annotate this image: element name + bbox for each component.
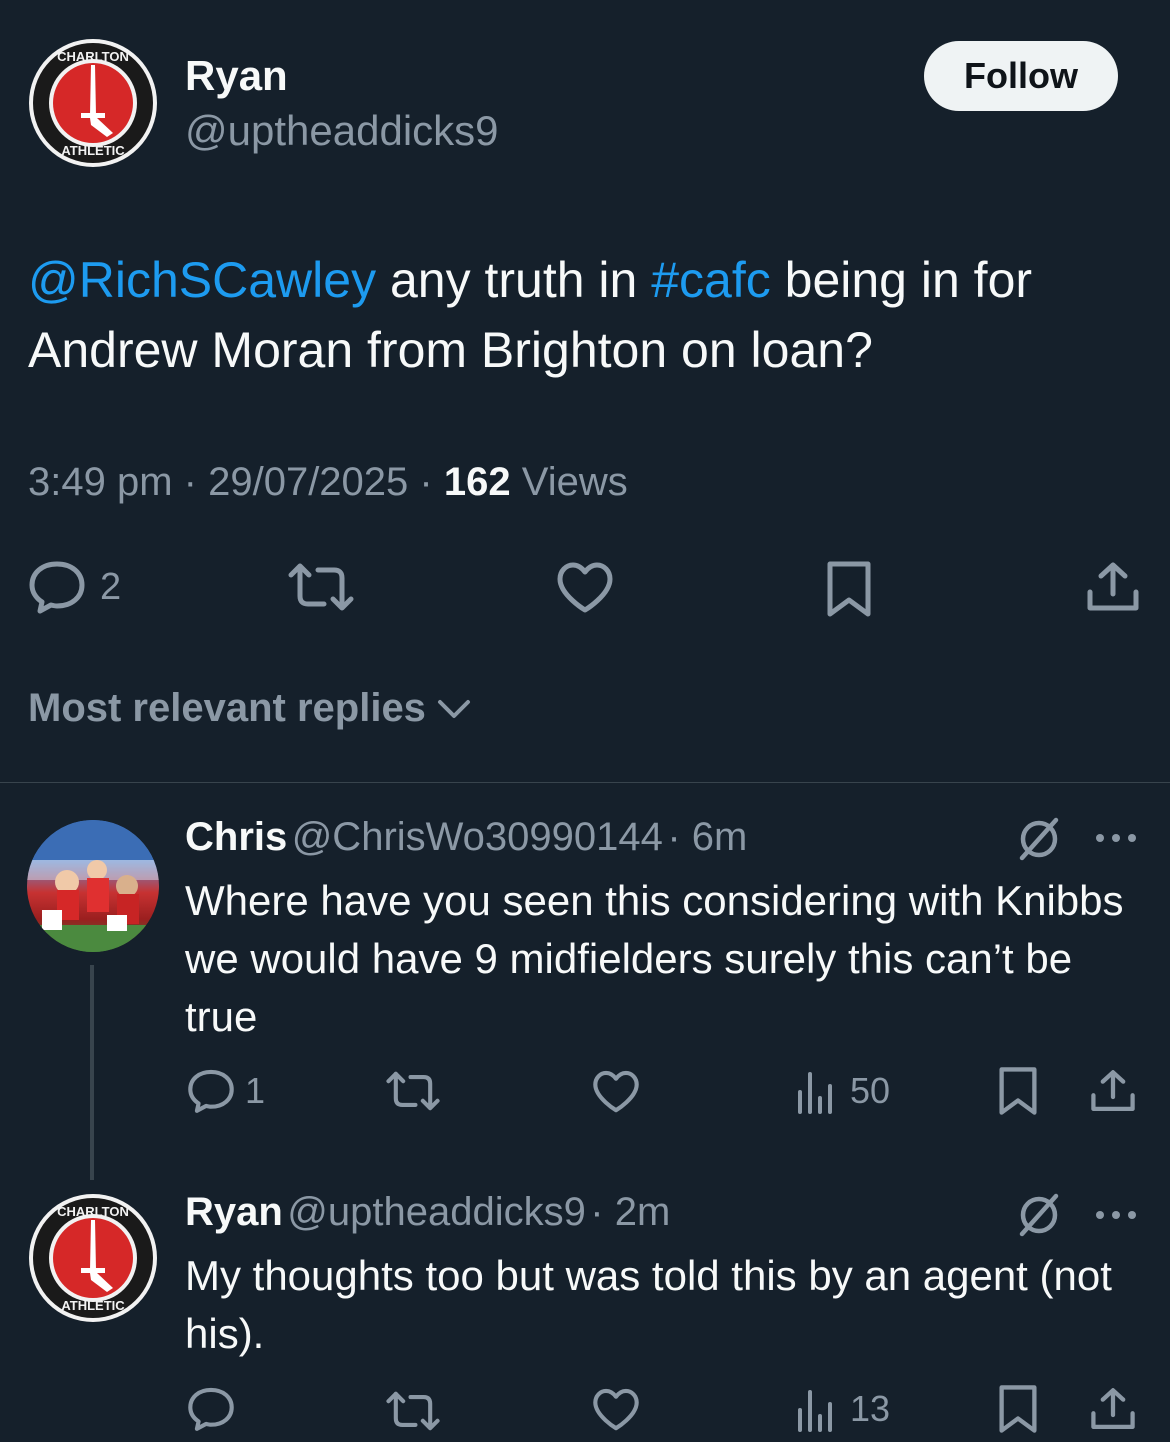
- reply-time[interactable]: 2m: [615, 1190, 671, 1234]
- team-celebration-photo: [27, 820, 159, 952]
- retweet-button[interactable]: [288, 562, 354, 612]
- author-name[interactable]: Ryan: [185, 52, 288, 100]
- tweet-text: @RichSCawley any truth in #cafc being in…: [28, 245, 1138, 385]
- bookmark-button[interactable]: [826, 560, 872, 618]
- reply-author-name[interactable]: Chris: [185, 815, 287, 859]
- divider: [0, 782, 1170, 783]
- retweet-icon: [386, 1391, 440, 1431]
- reply-header: Chris @ChrisWo30990144 · 6m: [185, 815, 748, 859]
- retweet-icon: [386, 1071, 440, 1111]
- retweet-icon: [288, 563, 354, 611]
- retweet-button[interactable]: [386, 1070, 440, 1112]
- views-button[interactable]: 50: [796, 1068, 890, 1114]
- tweet-meta: 3:49 pm · 29/07/2025 · 162 Views: [28, 460, 628, 504]
- svg-text:ATHLETIC: ATHLETIC: [61, 143, 125, 158]
- svg-text:ATHLETIC: ATHLETIC: [61, 1298, 125, 1313]
- bookmark-icon: [999, 1067, 1037, 1115]
- reply-button[interactable]: 2: [28, 560, 121, 614]
- share-button[interactable]: [1086, 560, 1140, 614]
- heart-icon: [593, 1070, 639, 1113]
- author-handle[interactable]: @uptheaddicks9: [185, 107, 499, 155]
- tweet-time[interactable]: 3:49 pm: [28, 460, 173, 504]
- grok-icon[interactable]: [1016, 1192, 1062, 1238]
- views-label: Views: [521, 460, 628, 504]
- reply-button[interactable]: 1: [187, 1068, 265, 1114]
- reply-time[interactable]: 6m: [692, 815, 748, 859]
- reply-author-handle[interactable]: @ChrisWo30990144: [292, 815, 663, 859]
- chevron-down-icon: [437, 699, 470, 718]
- reply-icon: [29, 561, 85, 614]
- share-icon: [1087, 562, 1139, 611]
- share-icon: [1091, 1070, 1135, 1112]
- more-options-icon[interactable]: [1094, 1207, 1138, 1223]
- analytics-icon: [798, 1072, 832, 1114]
- bookmark-button[interactable]: [998, 1066, 1038, 1116]
- views-button[interactable]: 13: [796, 1386, 890, 1432]
- tweet-text-part1: any truth in: [376, 252, 652, 308]
- reply-icon: [188, 1069, 234, 1113]
- replies-sort-dropdown[interactable]: Most relevant replies: [28, 686, 472, 731]
- reply-icon: [188, 1387, 234, 1431]
- retweet-button[interactable]: [386, 1390, 440, 1432]
- reply-avatar[interactable]: CHARLTON ATHLETIC: [27, 1192, 159, 1324]
- reply-count: 1: [245, 1070, 266, 1111]
- follow-button[interactable]: Follow: [924, 41, 1118, 111]
- reply-text: Where have you seen this considering wit…: [185, 877, 1124, 1040]
- reply-button[interactable]: [187, 1386, 235, 1432]
- reply-avatar[interactable]: [27, 820, 159, 952]
- share-button[interactable]: [1090, 1068, 1136, 1114]
- tweet-date[interactable]: 29/07/2025: [208, 460, 408, 504]
- reply-count: 2: [100, 565, 122, 608]
- like-button[interactable]: [592, 1070, 640, 1114]
- author-avatar[interactable]: CHARLTON ATHLETIC: [27, 37, 159, 169]
- bookmark-icon: [999, 1385, 1037, 1433]
- grok-icon[interactable]: [1016, 816, 1062, 862]
- svg-text:CHARLTON: CHARLTON: [57, 49, 129, 64]
- mention-link[interactable]: @RichSCawley: [28, 252, 376, 308]
- bookmark-button[interactable]: [998, 1384, 1038, 1434]
- hashtag-link[interactable]: #cafc: [651, 252, 771, 308]
- analytics-icon: [798, 1390, 832, 1432]
- share-icon: [1091, 1388, 1135, 1430]
- like-button[interactable]: [592, 1388, 640, 1432]
- reply-text: My thoughts too but was told this by an …: [185, 1252, 1112, 1357]
- heart-icon: [593, 1388, 639, 1431]
- like-button[interactable]: [556, 562, 614, 614]
- reply-header: Ryan @uptheaddicks9 · 2m: [185, 1190, 671, 1234]
- share-button[interactable]: [1090, 1386, 1136, 1432]
- views-count: 13: [850, 1388, 891, 1429]
- thread-line: [90, 965, 94, 1180]
- more-options-icon[interactable]: [1094, 830, 1138, 846]
- replies-sort-label: Most relevant replies: [28, 686, 426, 730]
- views-count: 162: [443, 460, 511, 504]
- reply-author-name[interactable]: Ryan: [185, 1190, 283, 1234]
- reply-author-handle[interactable]: @uptheaddicks9: [287, 1190, 586, 1234]
- charlton-crest-logo: CHARLTON ATHLETIC: [27, 1192, 159, 1324]
- heart-icon: [557, 562, 613, 613]
- svg-text:CHARLTON: CHARLTON: [57, 1204, 129, 1219]
- charlton-crest-logo: CHARLTON ATHLETIC: [27, 37, 159, 169]
- views-count: 50: [850, 1070, 891, 1111]
- bookmark-icon: [827, 561, 871, 617]
